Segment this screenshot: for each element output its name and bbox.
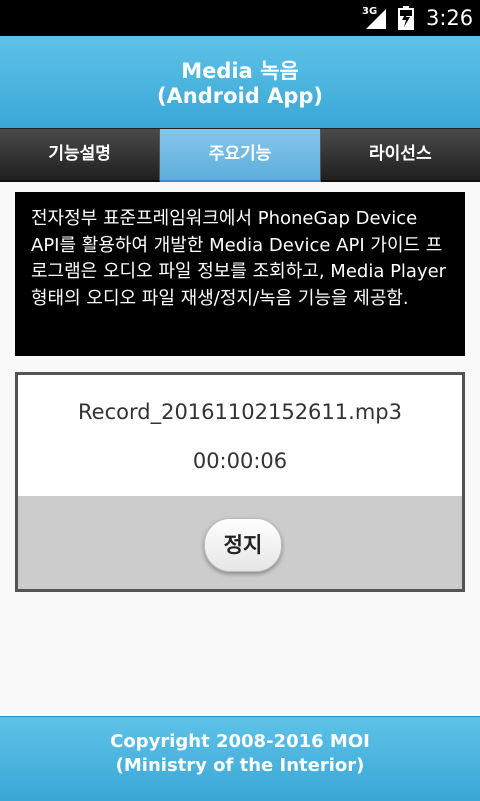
description-box: 전자정부 표준프레임워크에서 PhoneGap Device API를 활용하여… [15, 192, 465, 356]
tab-main-features[interactable]: 주요기능 [160, 129, 321, 182]
duration: 00:00:06 [192, 449, 288, 473]
file-name: Record_20161102152611.mp3 [78, 400, 402, 424]
battery-icon [398, 6, 414, 34]
app-subtitle: (Android App) [156, 84, 324, 108]
status-time: 3:26 [426, 6, 474, 30]
status-bar: 3G 3:26 [0, 0, 480, 36]
tab-feature-description[interactable]: 기능설명 [0, 129, 161, 182]
footer: Copyright 2008-2016 MOI (Ministry of the… [0, 716, 480, 801]
tab-license[interactable]: 라이선스 [320, 129, 480, 182]
ministry-text: (Ministry of the Interior) [115, 755, 365, 776]
media-player: Record_20161102152611.mp3 00:00:06 정지 [15, 372, 465, 592]
player-controls: 정지 [18, 496, 462, 589]
copyright-text: Copyright 2008-2016 MOI [110, 731, 370, 752]
signal-icon [366, 9, 388, 33]
stop-button[interactable]: 정지 [204, 518, 282, 572]
tab-bar: 기능설명 주요기능 라이선스 [0, 128, 480, 182]
app-title: Media 녹음 [181, 59, 299, 83]
app-header: Media 녹음 (Android App) [0, 36, 480, 129]
